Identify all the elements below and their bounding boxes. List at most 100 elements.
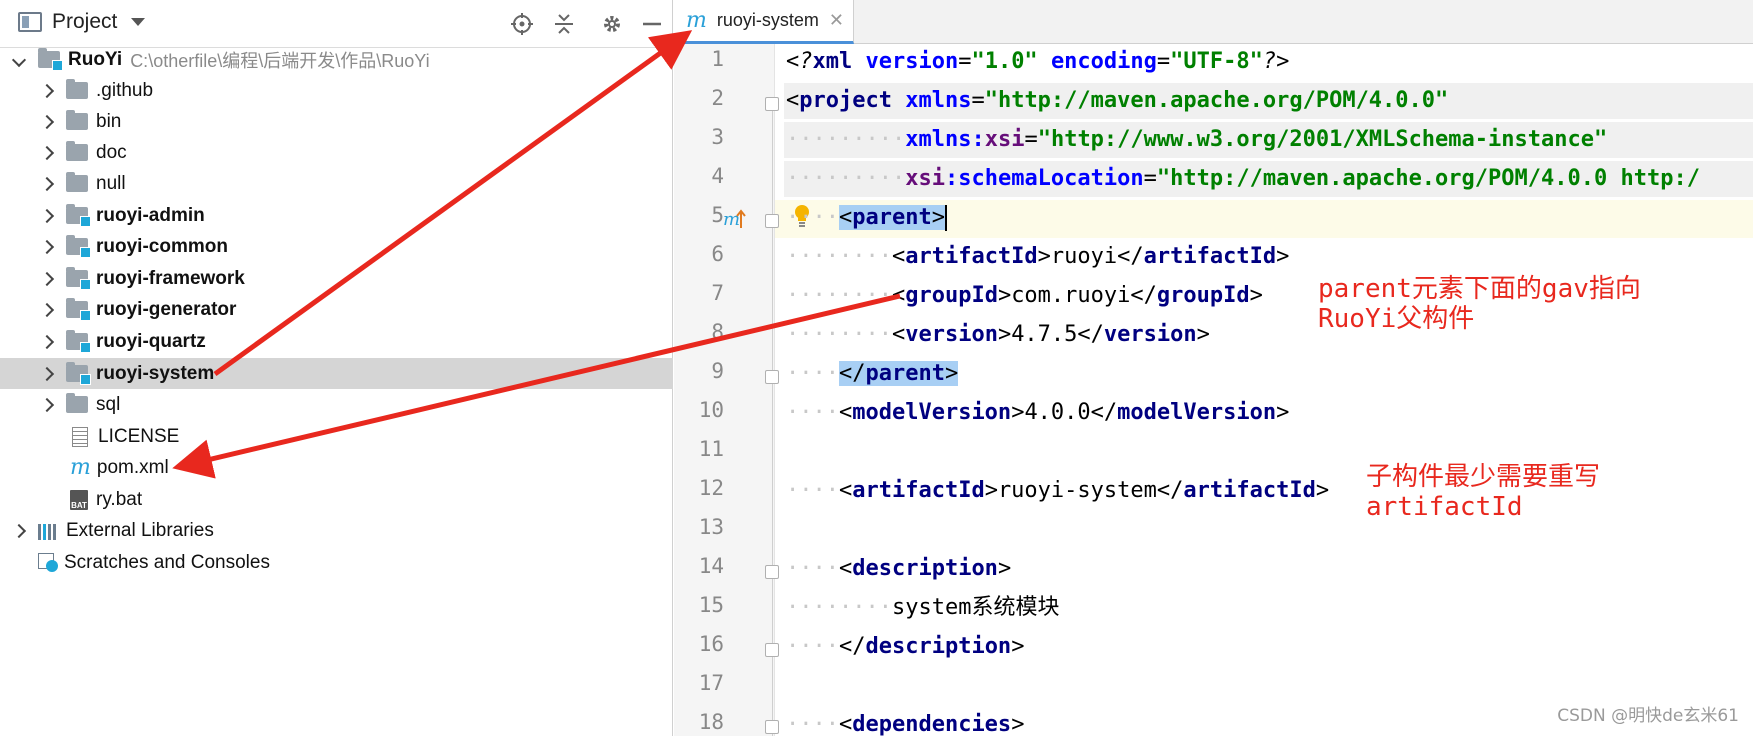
module-folder-icon <box>66 330 91 353</box>
svg-text:m: m <box>723 209 740 230</box>
locate-file-icon[interactable] <box>510 12 534 36</box>
tree-item-scratches[interactable]: Scratches and Consoles <box>0 547 673 578</box>
module-folder-icon <box>66 362 91 385</box>
tree-item-external-libraries[interactable]: External Libraries <box>0 515 673 546</box>
tree-item-label: Scratches and Consoles <box>64 551 270 573</box>
module-folder-icon <box>38 48 63 71</box>
chevron-right-icon[interactable] <box>39 114 55 129</box>
gear-icon[interactable] <box>600 12 624 36</box>
tab-ruoyi-system-pom[interactable]: m ruoyi-system ✕ <box>674 0 854 44</box>
project-panel-title: Project <box>52 10 118 33</box>
chevron-right-icon[interactable] <box>39 334 55 349</box>
chevron-right-icon[interactable] <box>39 366 55 381</box>
line-number: 3 <box>711 125 724 149</box>
module-folder-icon <box>66 298 91 321</box>
tree-item-label: pom.xml <box>96 456 169 478</box>
code-editor[interactable]: m ruoyi-system ✕ 1 2 3 4 5 6 7 8 9 10 11… <box>674 0 1753 737</box>
tree-item-ruoyi-admin[interactable]: ruoyi-admin <box>0 200 673 231</box>
line-number: 9 <box>711 359 724 383</box>
fold-marker-icon[interactable] <box>765 643 779 657</box>
project-panel-header: Project <box>0 0 673 48</box>
code-line-5: ····<parent> <box>786 205 947 231</box>
fold-marker-icon[interactable] <box>765 370 779 384</box>
line-number: 14 <box>698 554 724 578</box>
tree-item-doc[interactable]: doc <box>0 137 673 168</box>
code-line-1: <?xml version="1.0" encoding="UTF-8"?> <box>786 49 1290 74</box>
annotation-artifact-id: 子构件最少需要重写 artifactId <box>1366 462 1601 522</box>
module-folder-icon <box>66 235 91 258</box>
code-line-10: ····<modelVersion>4.0.0</modelVersion> <box>786 400 1290 425</box>
tree-item-license[interactable]: LICENSE <box>0 421 673 452</box>
tree-item-ry-bat[interactable]: BAT ry.bat <box>0 484 673 515</box>
line-number: 18 <box>698 710 724 734</box>
chevron-right-icon[interactable] <box>39 208 55 223</box>
library-icon <box>38 522 60 540</box>
chevron-right-icon[interactable] <box>39 239 55 254</box>
tree-item-label: ruoyi-common <box>96 235 228 257</box>
chevron-right-icon[interactable] <box>39 397 55 412</box>
code-line-6: ········<artifactId>ruoyi</artifactId> <box>786 244 1290 269</box>
tree-item-label: ruoyi-system <box>96 362 215 384</box>
tree-root-label: RuoYi <box>68 48 123 70</box>
folder-icon <box>66 79 88 99</box>
project-view-selector[interactable]: Project <box>18 10 146 34</box>
annotation-parent-gav: parent元素下面的gav指向 RuoYi父构件 <box>1318 274 1641 334</box>
collapse-all-icon[interactable] <box>552 12 576 36</box>
tree-item-label: bin <box>96 110 122 132</box>
module-folder-icon <box>66 267 91 290</box>
editor-tab-bar: m ruoyi-system ✕ <box>674 0 1753 44</box>
code-line-14: ····<description> <box>786 556 1012 581</box>
fold-marker-icon[interactable] <box>765 97 779 111</box>
fold-marker-icon[interactable] <box>765 214 779 228</box>
tree-root-ruoyi[interactable]: RuoYi C:\otherfile\编程\后端开发\作品\RuoYi <box>0 44 673 75</box>
fold-marker-icon[interactable] <box>765 565 779 579</box>
chevron-right-icon[interactable] <box>39 302 55 317</box>
chevron-right-icon[interactable] <box>39 271 55 286</box>
code-line-9: ····</parent> <box>786 361 959 386</box>
code-line-4: ·········xsi:schemaLocation="http://mave… <box>786 166 1700 191</box>
tree-item-ruoyi-framework[interactable]: ruoyi-framework <box>0 263 673 294</box>
code-line-3: ·········xmlns:xsi="http://www.w3.org/20… <box>786 127 1608 152</box>
chevron-right-icon[interactable] <box>39 176 55 191</box>
line-number: 13 <box>698 515 724 539</box>
tree-item-label: .github <box>96 79 154 101</box>
tree-item-label: null <box>96 172 126 194</box>
gutter-separator <box>774 44 775 736</box>
fold-marker-icon[interactable] <box>765 720 779 734</box>
tree-item-ruoyi-common[interactable]: ruoyi-common <box>0 231 673 262</box>
tree-root-path: C:\otherfile\编程\后端开发\作品\RuoYi <box>130 50 430 71</box>
chevron-down-icon[interactable] <box>11 52 27 67</box>
line-number: 7 <box>711 281 724 305</box>
line-number: 5 <box>711 203 724 227</box>
tree-item-pom-xml[interactable]: m pom.xml <box>0 452 673 483</box>
line-number: 2 <box>711 86 724 110</box>
navigate-to-parent-icon[interactable]: m <box>722 206 746 230</box>
line-number: 4 <box>711 164 724 188</box>
module-folder-icon <box>66 204 91 227</box>
text-caret <box>944 205 947 231</box>
minimize-icon[interactable] <box>640 12 664 36</box>
tree-item-github[interactable]: .github <box>0 75 673 106</box>
line-number: 16 <box>698 632 724 656</box>
folder-icon <box>66 172 88 192</box>
chevron-right-icon[interactable] <box>39 145 55 160</box>
tree-item-label: ry.bat <box>96 488 143 510</box>
bat-file-icon: BAT <box>70 489 88 510</box>
chevron-down-icon[interactable] <box>131 18 146 26</box>
tree-item-ruoyi-generator[interactable]: ruoyi-generator <box>0 294 673 325</box>
tree-item-label: ruoyi-framework <box>96 267 245 289</box>
tree-item-label: ruoyi-admin <box>96 204 205 226</box>
maven-file-icon: m <box>70 454 91 480</box>
project-tool-window: Project RuoYi C:\otherfile\编程\后端开发\作品\Ru… <box>0 0 673 736</box>
chevron-right-icon[interactable] <box>39 83 55 98</box>
tree-item-label: doc <box>96 141 127 163</box>
close-icon[interactable]: ✕ <box>829 10 844 31</box>
tree-item-ruoyi-system[interactable]: ruoyi-system <box>0 358 673 389</box>
folder-icon <box>66 141 88 161</box>
code-line-8: ········<version>4.7.5</version> <box>786 322 1210 347</box>
tree-item-bin[interactable]: bin <box>0 106 673 137</box>
tree-item-ruoyi-quartz[interactable]: ruoyi-quartz <box>0 326 673 357</box>
chevron-right-icon[interactable] <box>11 523 27 538</box>
tree-item-sql[interactable]: sql <box>0 389 673 420</box>
tree-item-null[interactable]: null <box>0 168 673 199</box>
